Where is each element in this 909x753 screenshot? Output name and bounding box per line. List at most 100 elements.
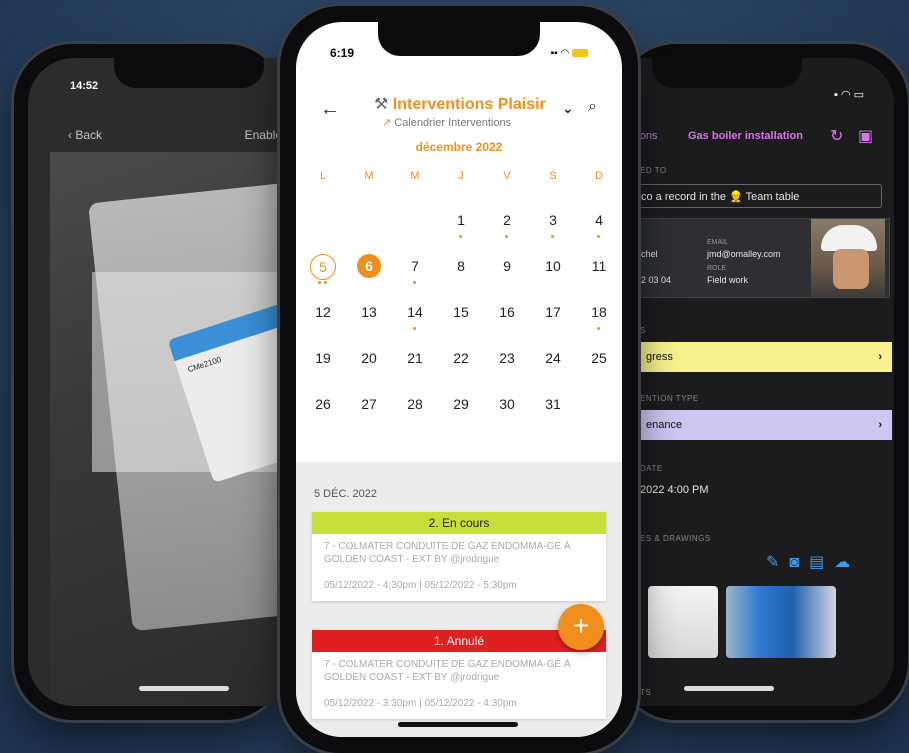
- calendar-day[interactable]: 2: [484, 200, 530, 246]
- calendar-day[interactable]: 29: [438, 384, 484, 430]
- day-number: 24: [545, 350, 561, 366]
- calendar-day[interactable]: 10: [530, 246, 576, 292]
- document-thumbnail[interactable]: [648, 586, 718, 658]
- calendar-day[interactable]: 18: [576, 292, 622, 338]
- day-number: 29: [453, 396, 469, 412]
- tools-icon: ⚒: [374, 96, 389, 113]
- chevron-right-icon: ›: [878, 351, 882, 363]
- day-number: 23: [499, 350, 515, 366]
- app-subtitle: ↗ Calendrier Interventions: [382, 116, 511, 129]
- event-dot: [413, 327, 416, 330]
- chart-icon: ↗: [382, 117, 392, 129]
- scan-icon[interactable]: ▤: [809, 554, 824, 571]
- calendar-day[interactable]: 21: [392, 338, 438, 384]
- back-arrow-icon[interactable]: ←: [320, 98, 340, 121]
- day-number: 11: [591, 258, 607, 274]
- avatar: [811, 219, 885, 297]
- day-number: 5: [310, 254, 336, 280]
- calendar-day[interactable]: 28: [392, 384, 438, 430]
- search-icon[interactable]: ⌕: [588, 98, 597, 116]
- section-type: ENTION TYPE: [640, 394, 699, 403]
- date-value[interactable]: 2022 4:00 PM: [640, 484, 709, 496]
- section-date: DATE: [640, 464, 663, 473]
- save-icon[interactable]: ▣: [858, 126, 873, 146]
- weekday-label: S: [549, 170, 557, 182]
- right-phone: ▪ ◠ ▭ entions Gas boiler installation ↻ …: [618, 44, 908, 720]
- add-event-button[interactable]: +: [558, 604, 604, 650]
- calendar-day[interactable]: 3: [530, 200, 576, 246]
- app-title-text: Interventions Plaisir: [392, 96, 546, 113]
- left-phone-screen: 14:52 ‹ Back Enable CMe2100 CE: [28, 58, 290, 706]
- calendar-day[interactable]: 7: [392, 246, 438, 292]
- calendar-day[interactable]: 15: [438, 292, 484, 338]
- event-description: 7 - COLMATER CONDUITE DE GAZ ENDOMMA-GÉ …: [324, 541, 571, 565]
- day-number: 6: [357, 254, 381, 278]
- calendar-day[interactable]: 25: [576, 338, 622, 384]
- day-number: 28: [407, 396, 423, 412]
- home-indicator[interactable]: [139, 686, 229, 691]
- day-number: 18: [591, 304, 607, 320]
- record-header: entions Gas boiler installation ↻ ▣: [618, 122, 894, 152]
- calendar-day[interactable]: 16: [484, 292, 530, 338]
- calendar-day[interactable]: 8: [438, 246, 484, 292]
- calendar-day[interactable]: 17: [530, 292, 576, 338]
- home-indicator[interactable]: [684, 686, 774, 691]
- calendar-day[interactable]: 12: [300, 292, 346, 338]
- calendar-day[interactable]: 19: [300, 338, 346, 384]
- type-value: enance: [646, 419, 683, 431]
- enable-button[interactable]: Enable: [245, 128, 282, 142]
- calendar-day[interactable]: 1: [438, 200, 484, 246]
- day-number: 17: [545, 304, 561, 320]
- calendar-day[interactable]: 26: [300, 384, 346, 430]
- weekday-label: L: [319, 170, 327, 182]
- calendar-day[interactable]: 24: [530, 338, 576, 384]
- draw-icon[interactable]: ✎: [766, 554, 779, 571]
- calendar-day[interactable]: 9: [484, 246, 530, 292]
- calendar-day[interactable]: 23: [484, 338, 530, 384]
- calendar-day[interactable]: 13: [346, 292, 392, 338]
- type-select[interactable]: enance ›: [640, 410, 892, 440]
- day-number: 15: [453, 304, 469, 320]
- status-icons: ▪ ◠ ▭: [833, 89, 864, 101]
- event-card[interactable]: 1. Annulé 7 - COLMATER CONDUITE DE GAZ E…: [312, 630, 606, 719]
- app-title: ⚒ Interventions Plaisir: [374, 94, 546, 114]
- event-dot: [551, 235, 554, 238]
- contact-card[interactable]: chel EMAIL jmd@omalley.com 2 03 04 ROLE …: [636, 218, 890, 298]
- cloud-icon[interactable]: ☁: [834, 554, 850, 571]
- camera-icon[interactable]: ◙: [789, 554, 799, 571]
- day-number: 4: [595, 212, 603, 228]
- day-number: 3: [549, 212, 557, 228]
- calendar-day[interactable]: 11: [576, 246, 622, 292]
- day-number: 9: [503, 258, 511, 274]
- month-label[interactable]: décembre 2022: [296, 140, 622, 154]
- back-label: Back: [75, 128, 103, 142]
- event-card[interactable]: 2. En cours 7 - COLMATER CONDUITE DE GAZ…: [312, 512, 606, 601]
- calendar-day[interactable]: 4: [576, 200, 622, 246]
- calendar-day[interactable]: 27: [346, 384, 392, 430]
- day-number: 14: [407, 304, 423, 320]
- day-number: 26: [315, 396, 331, 412]
- chevron-down-icon[interactable]: ⌄: [562, 100, 574, 117]
- calendar-day[interactable]: 20: [346, 338, 392, 384]
- event-dot: [597, 235, 600, 238]
- link-record-field[interactable]: co a record in the 👷 Team table: [636, 184, 882, 208]
- left-nav-bar: ‹ Back Enable: [68, 128, 290, 152]
- day-number: 30: [499, 396, 515, 412]
- email-key: EMAIL: [707, 239, 729, 246]
- calendar-day[interactable]: 31: [530, 384, 576, 430]
- event-description: 7 - COLMATER CONDUITE DE GAZ ENDOMMA-GÉ …: [324, 659, 571, 683]
- boiler-thumbnail[interactable]: [726, 586, 836, 658]
- helmet-shape: [821, 225, 877, 251]
- event-time: 05/12/2022 - 4:30pm | 05/12/2022 - 5:30p…: [324, 580, 517, 591]
- calendar-day[interactable]: 14: [392, 292, 438, 338]
- status-select[interactable]: gress ›: [640, 342, 892, 372]
- calendar-day[interactable]: 30: [484, 384, 530, 430]
- calendar-day[interactable]: 6: [346, 246, 392, 292]
- calendar-day[interactable]: 22: [438, 338, 484, 384]
- calendar-day[interactable]: 5: [300, 246, 346, 292]
- battery-icon: [572, 49, 588, 58]
- section-footer: TS: [640, 688, 652, 697]
- back-button[interactable]: ‹ Back: [68, 128, 102, 142]
- home-indicator[interactable]: [398, 722, 518, 727]
- refresh-icon[interactable]: ↻: [830, 126, 843, 146]
